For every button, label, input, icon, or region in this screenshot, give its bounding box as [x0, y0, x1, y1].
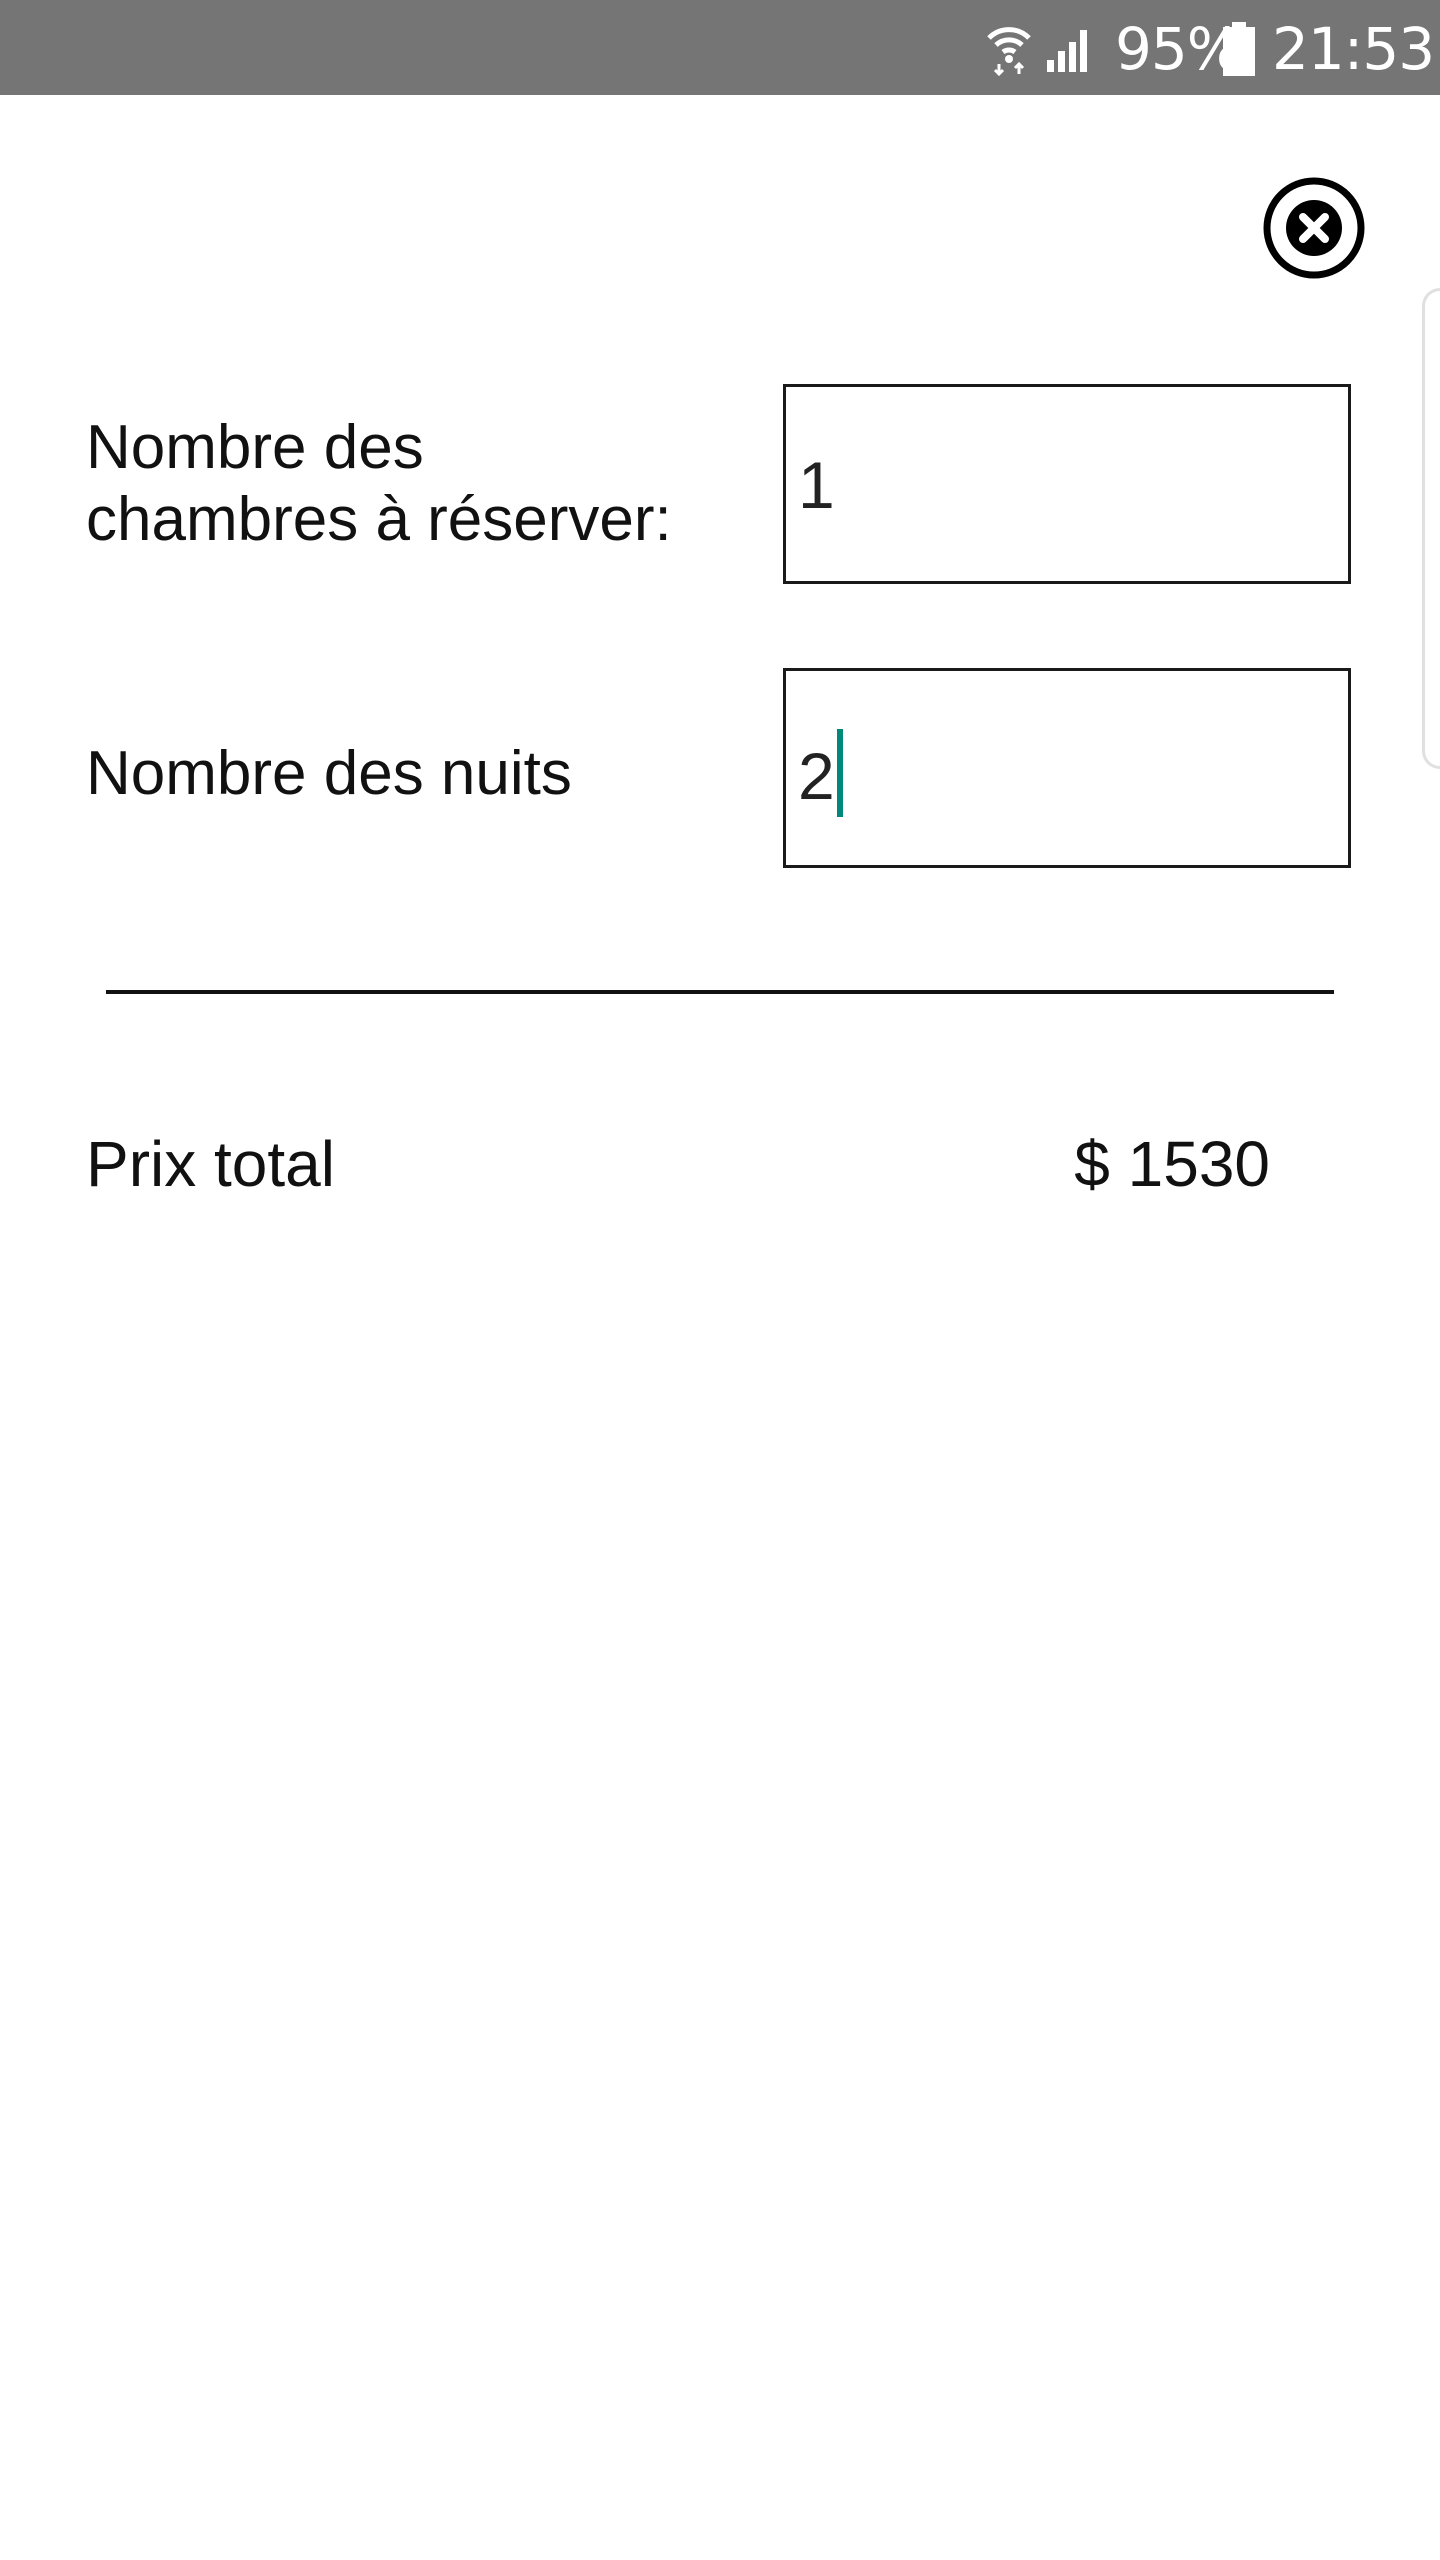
rooms-input-value: 1: [798, 448, 835, 522]
nights-input-text: 2: [798, 739, 835, 813]
nights-input[interactable]: 2: [783, 668, 1351, 868]
text-cursor: [836, 729, 843, 817]
signal-icon: [1047, 30, 1087, 72]
side-panel-handle[interactable]: [1422, 288, 1440, 769]
status-bar: 95% 21:53: [0, 0, 1440, 95]
nights-input-value: 2: [798, 729, 843, 817]
booking-screen: 95% 21:53 Nombre des chambres à réserver…: [0, 0, 1440, 2560]
rooms-input[interactable]: 1: [783, 384, 1351, 584]
total-price-value: $ 1530: [1074, 1128, 1270, 1200]
rooms-label: Nombre des chambres à réserver:: [86, 412, 672, 556]
wifi-icon: [987, 27, 1031, 76]
battery-icon: [1223, 22, 1255, 76]
rooms-label-line1: Nombre des: [86, 413, 424, 482]
status-time: 21:53: [1272, 15, 1435, 83]
rooms-label-line2: chambres à réserver:: [86, 485, 672, 554]
close-icon[interactable]: [1262, 176, 1366, 280]
total-price-label: Prix total: [86, 1128, 335, 1200]
divider: [106, 990, 1334, 994]
nights-label: Nombre des nuits: [86, 739, 572, 808]
